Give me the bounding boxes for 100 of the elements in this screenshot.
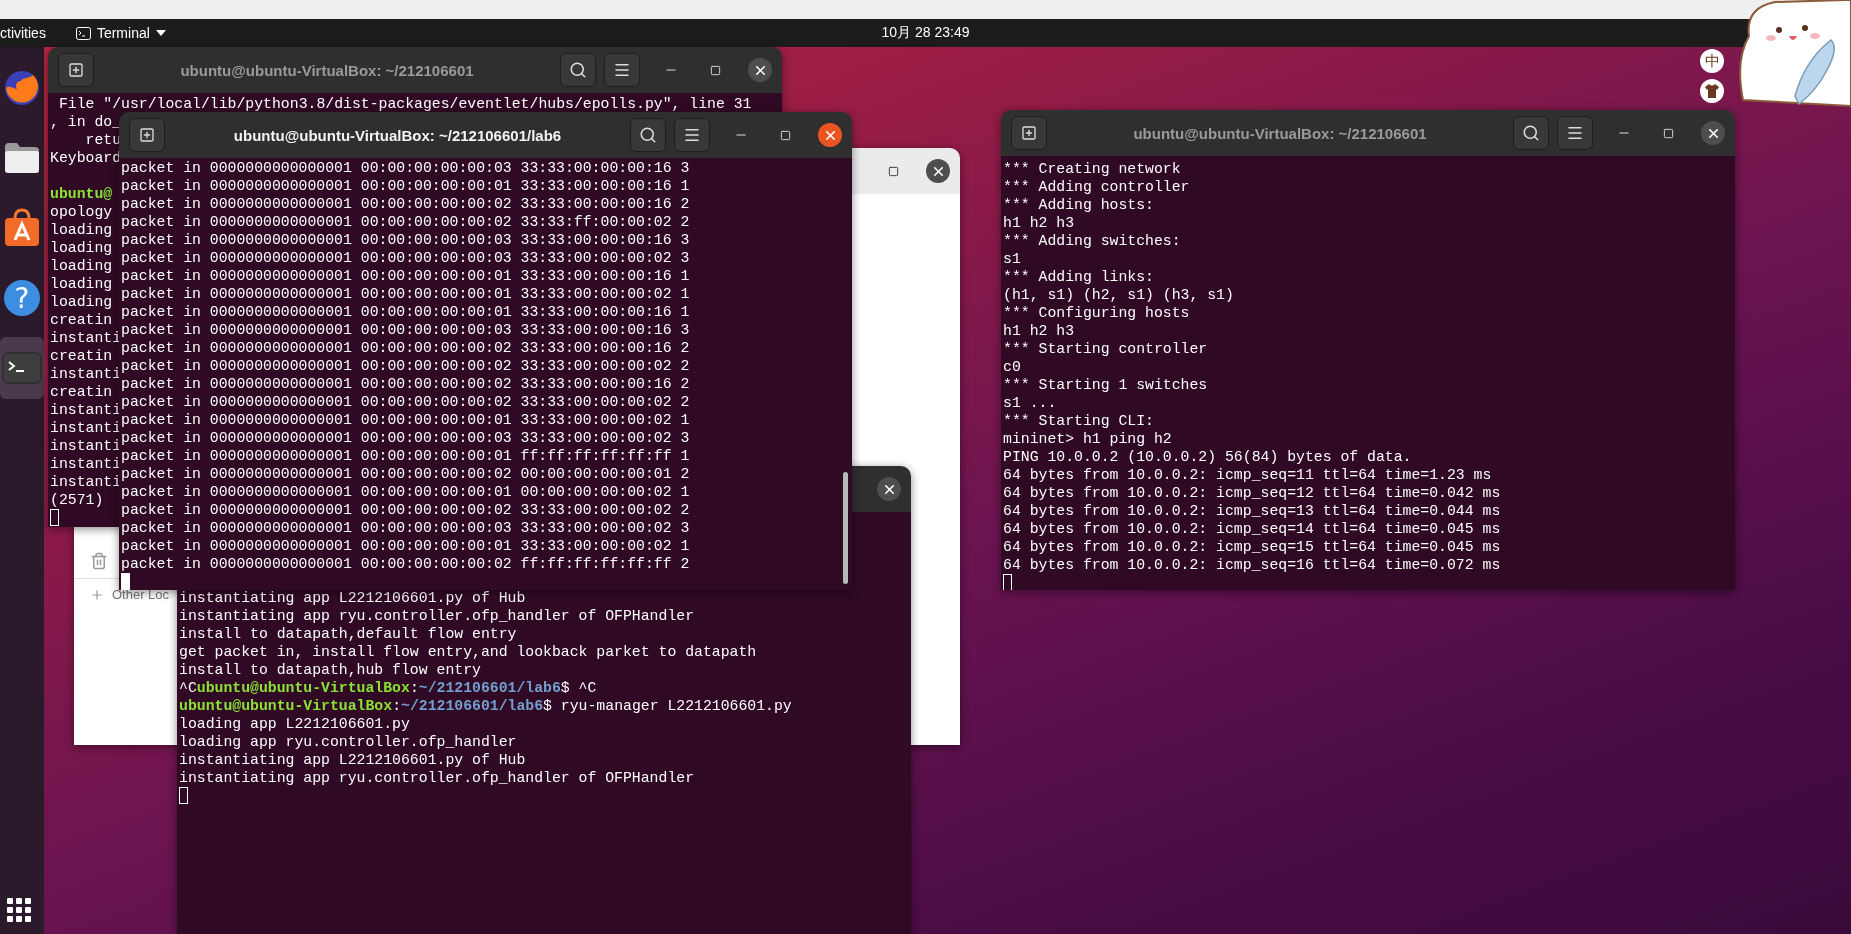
close-button[interactable] — [877, 477, 901, 501]
sidebar-item[interactable]: Other Loc — [112, 587, 170, 602]
terminal-line: packet in 0000000000000001 00:00:00:00:00:03 33:33:00:00:00:16 3 — [121, 231, 690, 249]
close-button[interactable] — [748, 58, 772, 82]
terminal-line: packet in 0000000000000001 00:00:00:00:00:01 33:33:00:00:00:02 1 — [121, 537, 690, 555]
terminal-line: instanti — [50, 473, 122, 491]
terminal-line: install to datapath,hub flow entry — [179, 661, 481, 679]
terminal-line: packet in 0000000000000001 00:00:00:00:00:03 33:33:00:00:00:02 3 — [121, 249, 690, 267]
terminal-line: (h1, s1) (h2, s1) (h3, s1) — [1003, 286, 1234, 304]
terminal-line: loading — [50, 293, 113, 311]
terminal-line: instanti — [50, 455, 122, 473]
close-button[interactable] — [926, 159, 950, 183]
close-button[interactable] — [818, 123, 842, 147]
terminal-line: creatin — [50, 311, 113, 329]
window-title: ubuntu@ubuntu-VirtualBox: ~/212106601 — [179, 61, 475, 79]
terminal-line: 64 bytes from 10.0.0.2: icmp_seq=14 ttl=64 time=0.045 ms — [1003, 520, 1501, 538]
new-tab-button[interactable] — [1011, 116, 1047, 150]
terminal-line: instantiating app L2212106601.py of Hub — [179, 751, 526, 769]
menu-button[interactable] — [1557, 116, 1593, 150]
terminal-line: mininet> h1 ping h2 — [1003, 430, 1172, 448]
terminal-line: packet in 0000000000000001 00:00:00:00:00:03 33:33:00:00:00:16 3 — [121, 159, 690, 177]
terminal-line: instantiating app L2212106601.py of Hub — [179, 589, 526, 607]
browser-icon — [3, 69, 41, 107]
terminal-line: packet in 0000000000000001 00:00:00:00:00:03 33:33:00:00:00:16 3 — [121, 321, 690, 339]
window-title: ubuntu@ubuntu-VirtualBox: ~/212106601/lab6 — [232, 126, 563, 144]
app-grid-icon — [6, 896, 32, 923]
terminal-line: opology — [50, 203, 113, 221]
search-button[interactable] — [630, 118, 666, 152]
maximize-icon — [709, 64, 721, 76]
terminal-line: *** Adding hosts: — [1003, 196, 1154, 214]
shirt-icon[interactable] — [1700, 79, 1724, 103]
terminal-line: loading — [50, 257, 113, 275]
terminal-line: packet in 0000000000000001 00:00:00:00:00:01 33:33:00:00:00:16 1 — [121, 303, 690, 321]
menu-icon — [613, 61, 631, 79]
new-tab-icon — [68, 62, 84, 78]
maximize-icon — [779, 129, 791, 141]
input-method-indicator[interactable]: 中 — [1700, 49, 1724, 73]
terminal-icon — [2, 352, 42, 384]
terminal-line: 64 bytes from 10.0.0.2: icmp_seq=15 ttl=64 time=0.045 ms — [1003, 538, 1501, 556]
terminal-line: install to datapath,default flow entry — [179, 625, 517, 643]
scrollbar-thumb[interactable] — [843, 472, 848, 584]
terminal-line: instantiating app ryu.controller.ofp_handler of OFPHandler — [179, 769, 694, 787]
terminal-line: *** Adding switches: — [1003, 232, 1181, 250]
terminal-line: packet in 0000000000000001 00:00:00:00:00:02 33:33:ff:00:00:02 2 — [121, 213, 690, 231]
terminal-line: s1 ... — [1003, 394, 1057, 412]
terminal-line: instanti — [50, 437, 122, 455]
trash-icon[interactable] — [90, 552, 108, 570]
search-icon — [569, 61, 587, 79]
terminal-line: s1 — [1003, 250, 1021, 268]
search-button[interactable] — [1513, 116, 1549, 150]
new-tab-icon — [1021, 125, 1037, 141]
plus-icon — [90, 587, 104, 602]
terminal-line: packet in 0000000000000001 00:00:00:00:00:03 33:33:00:00:00:02 3 — [121, 519, 690, 537]
terminal-line: packet in 0000000000000001 00:00:00:00:00:02 33:33:00:00:00:02 2 — [121, 357, 690, 375]
search-icon — [639, 126, 657, 144]
terminal-line: loading — [50, 275, 113, 293]
close-button[interactable] — [1701, 121, 1725, 145]
terminal-line: *** Starting controller — [1003, 340, 1208, 358]
terminal-line: packet in 0000000000000001 00:00:00:00:00:02 33:33:00:00:00:16 2 — [121, 375, 690, 393]
terminal-line: instanti — [50, 365, 122, 383]
app-menu[interactable]: Terminal — [75, 25, 166, 41]
terminal-line: loading app L2212106601.py — [179, 715, 410, 733]
caret-icon — [155, 30, 166, 36]
terminal-line: ubuntu@ubuntu-VirtualBox:~/212106601/lab6$ ryu-manager L2212106601.py — [179, 697, 792, 715]
maximize-icon — [1662, 127, 1674, 139]
terminal-line: packet in 0000000000000001 00:00:00:00:00:01 33:33:00:00:00:16 1 — [121, 177, 690, 195]
terminal-line: packet in 0000000000000001 00:00:00:00:00:01 33:33:00:00:00:02 1 — [121, 285, 690, 303]
terminal-line: , in do_ — [50, 113, 122, 131]
activities-button[interactable]: ctivities — [0, 25, 46, 41]
new-tab-button[interactable] — [129, 118, 165, 152]
terminal-line: packet in 0000000000000001 00:00:00:00:00:01 ff:ff:ff:ff:ff:ff 1 — [121, 447, 690, 465]
terminal-line: 64 bytes from 10.0.0.2: icmp_seq=13 ttl=64 time=0.044 ms — [1003, 502, 1501, 520]
new-tab-button[interactable] — [58, 53, 94, 87]
terminal-line: c0 — [1003, 358, 1021, 376]
terminal-line: get packet in, install flow entry,and lookback parket to datapath — [179, 643, 757, 661]
terminal-line: *** Creating network — [1003, 160, 1181, 178]
terminal-line: packet in 0000000000000001 00:00:00:00:00:02 33:33:00:00:00:16 2 — [121, 339, 690, 357]
terminal-line: ^Cubuntu@ubuntu-VirtualBox:~/212106601/lab6$ ^C — [179, 679, 597, 697]
terminal-line: packet in 0000000000000001 00:00:00:00:00:02 ff:ff:ff:ff:ff:ff 2 — [121, 555, 690, 573]
search-button[interactable] — [560, 53, 596, 87]
terminal-line: PING 10.0.0.2 (10.0.0.2) 56(84) bytes of data. — [1003, 448, 1412, 466]
shopping-bag-icon — [3, 208, 41, 248]
terminal-line: 64 bytes from 10.0.0.2: icmp_seq=16 ttl=64 time=0.072 ms — [1003, 556, 1501, 574]
menu-button[interactable] — [604, 53, 640, 87]
folder-icon — [3, 141, 41, 175]
terminal-line: *** Starting CLI: — [1003, 412, 1154, 430]
terminal-line: packet in 0000000000000001 00:00:00:00:00:02 00:00:00:00:00:01 2 — [121, 465, 690, 483]
terminal-line: *** Adding controller — [1003, 178, 1190, 196]
terminal-icon — [75, 26, 91, 40]
terminal-line: File "/usr/local/lib/python3.8/dist-packages/eventlet/hubs/epolls.py", line 31 — [57, 95, 752, 113]
search-icon — [1522, 124, 1540, 142]
new-tab-icon — [139, 127, 155, 143]
clock[interactable]: 10月 28 23:49 — [881, 24, 970, 42]
terminal-line: creatin — [50, 347, 113, 365]
terminal-line: packet in 0000000000000001 00:00:00:00:00:02 33:33:00:00:00:16 2 — [121, 195, 690, 213]
menu-button[interactable] — [674, 118, 710, 152]
terminal-line: *** Configuring hosts — [1003, 304, 1190, 322]
terminal-line: h1 h2 h3 — [1003, 214, 1075, 232]
terminal-line: *** Adding links: — [1003, 268, 1154, 286]
terminal-line: instanti — [50, 329, 122, 347]
